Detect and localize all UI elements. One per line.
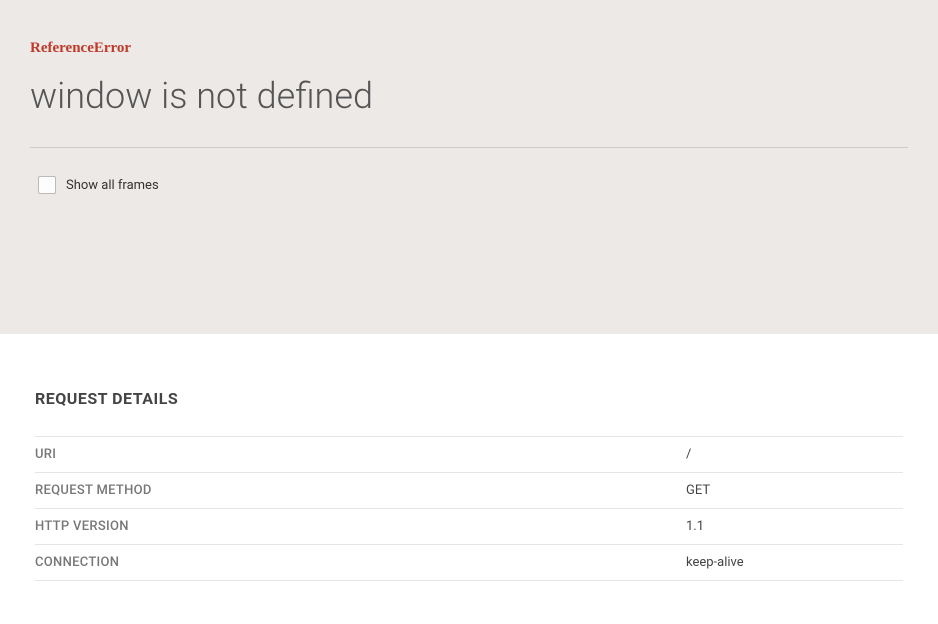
- request-details-section: REQUEST DETAILS URI / REQUEST METHOD GET…: [0, 334, 938, 601]
- table-row: REQUEST METHOD GET: [35, 473, 903, 509]
- error-type: ReferenceError: [30, 40, 908, 57]
- detail-value: /: [686, 437, 903, 473]
- show-all-frames-label: Show all frames: [66, 178, 159, 193]
- table-row: HTTP VERSION 1.1: [35, 509, 903, 545]
- show-all-frames-checkbox[interactable]: [38, 176, 56, 194]
- error-header-section: ReferenceError window is not defined Sho…: [0, 0, 938, 334]
- table-row: URI /: [35, 437, 903, 473]
- detail-key: HTTP VERSION: [35, 509, 686, 545]
- detail-key: REQUEST METHOD: [35, 473, 686, 509]
- detail-value: GET: [686, 473, 903, 509]
- detail-key: URI: [35, 437, 686, 473]
- detail-value: 1.1: [686, 509, 903, 545]
- detail-key: CONNECTION: [35, 545, 686, 581]
- request-details-table: URI / REQUEST METHOD GET HTTP VERSION 1.…: [35, 436, 903, 581]
- table-row: CONNECTION keep-alive: [35, 545, 903, 581]
- error-message: window is not defined: [30, 75, 908, 117]
- show-all-frames-control: Show all frames: [30, 176, 908, 304]
- request-details-heading: REQUEST DETAILS: [35, 389, 903, 408]
- detail-value: keep-alive: [686, 545, 903, 581]
- divider: [30, 147, 908, 148]
